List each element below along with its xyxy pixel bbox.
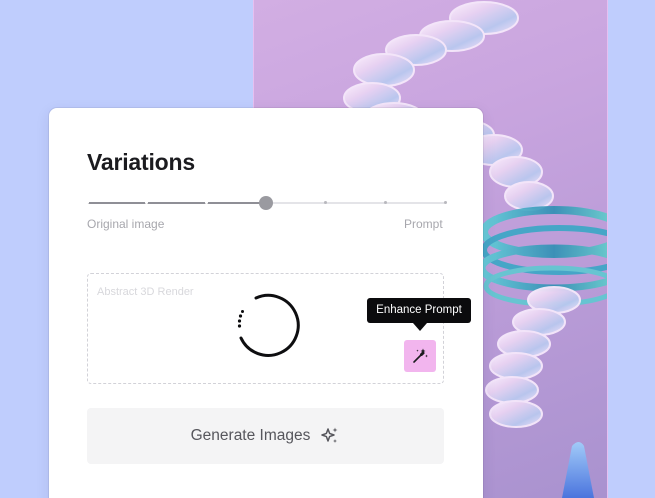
enhance-prompt-tooltip: Enhance Prompt: [367, 298, 471, 331]
slider-tick: [204, 201, 208, 204]
sparkles-icon: [320, 426, 340, 446]
magic-wand-icon: [413, 348, 428, 363]
slider-tick: [443, 201, 447, 204]
generate-images-button[interactable]: Generate Images: [87, 408, 444, 464]
slider-tick: [383, 201, 387, 204]
card-title: Variations: [87, 149, 195, 175]
enhance-prompt-button[interactable]: [404, 340, 436, 372]
loading-spinner-icon: [237, 293, 300, 357]
blue-cone-shape: [562, 442, 594, 498]
prompt-input[interactable]: Abstract 3D Render: [87, 273, 444, 384]
slider-track-fill: [87, 202, 266, 204]
generate-images-label: Generate Images: [190, 427, 311, 444]
slider-label-original-image: Original image: [87, 217, 165, 231]
variation-strength-slider[interactable]: [85, 194, 447, 212]
prompt-placeholder: Abstract 3D Render: [97, 286, 194, 298]
slider-thumb[interactable]: [259, 196, 273, 210]
slider-label-prompt: Prompt: [404, 217, 443, 231]
slider-tick: [85, 201, 89, 204]
